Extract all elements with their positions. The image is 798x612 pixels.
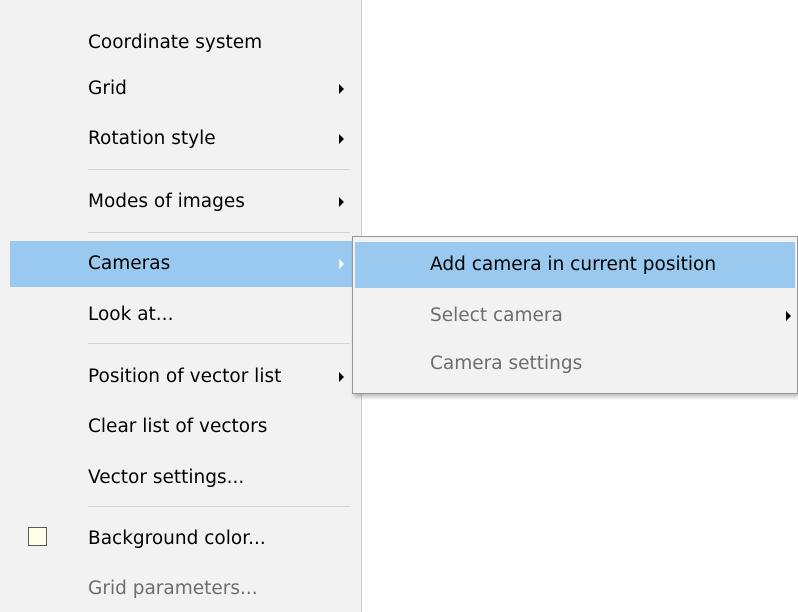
menu-item-label: Vector settings... bbox=[88, 467, 245, 488]
menu-item-label: Rotation style bbox=[88, 128, 216, 149]
menu-item-position-of-vector-list[interactable]: Position of vector list bbox=[10, 354, 352, 400]
menu-item-cameras[interactable]: Cameras bbox=[10, 241, 352, 287]
menu-item-label: Position of vector list bbox=[88, 366, 282, 387]
menu-item-vector-settings[interactable]: Vector settings... bbox=[10, 455, 352, 501]
menu-item-background-color[interactable]: Background color... bbox=[10, 516, 352, 562]
cameras-submenu: Add camera in current position Select ca… bbox=[352, 236, 798, 394]
submenu-arrow-icon bbox=[339, 259, 344, 269]
menu-separator bbox=[88, 232, 350, 233]
menu-item-label: Camera settings bbox=[430, 353, 583, 374]
menu-item-label: Modes of images bbox=[88, 191, 245, 212]
menu-item-label: Grid bbox=[88, 78, 127, 99]
menu-item-coordinate-system[interactable]: Coordinate system bbox=[10, 20, 352, 66]
menu-item-clear-list-of-vectors[interactable]: Clear list of vectors bbox=[10, 404, 352, 450]
submenu-arrow-icon bbox=[339, 134, 344, 144]
menu-separator bbox=[88, 343, 350, 344]
submenu-item-add-camera[interactable]: Add camera in current position bbox=[355, 242, 795, 288]
submenu-arrow-icon bbox=[339, 372, 344, 382]
menu-item-look-at[interactable]: Look at... bbox=[10, 292, 352, 338]
submenu-item-select-camera[interactable]: Select camera bbox=[355, 293, 795, 339]
menu-item-label: Select camera bbox=[430, 305, 563, 326]
menu-item-grid-parameters[interactable]: Grid parameters... bbox=[10, 566, 352, 612]
submenu-arrow-icon bbox=[339, 84, 344, 94]
context-menu: Coordinate system Grid Rotation style Mo… bbox=[0, 0, 362, 612]
menu-item-label: Background color... bbox=[88, 528, 266, 549]
menu-item-label: Clear list of vectors bbox=[88, 416, 268, 437]
menu-item-modes-of-images[interactable]: Modes of images bbox=[10, 179, 352, 225]
submenu-arrow-icon bbox=[786, 311, 791, 321]
menu-item-label: Coordinate system bbox=[88, 32, 263, 53]
menu-item-rotation-style[interactable]: Rotation style bbox=[10, 116, 352, 162]
submenu-arrow-icon bbox=[339, 197, 344, 207]
menu-item-label: Look at... bbox=[88, 304, 174, 325]
menu-item-label: Add camera in current position bbox=[430, 254, 717, 275]
menu-item-grid[interactable]: Grid bbox=[10, 66, 352, 112]
color-swatch-icon bbox=[28, 527, 47, 546]
menu-separator bbox=[88, 169, 350, 170]
submenu-item-camera-settings[interactable]: Camera settings bbox=[355, 341, 795, 387]
menu-item-label: Grid parameters... bbox=[88, 578, 258, 599]
menu-item-label: Cameras bbox=[88, 253, 171, 274]
menu-separator bbox=[88, 506, 350, 507]
